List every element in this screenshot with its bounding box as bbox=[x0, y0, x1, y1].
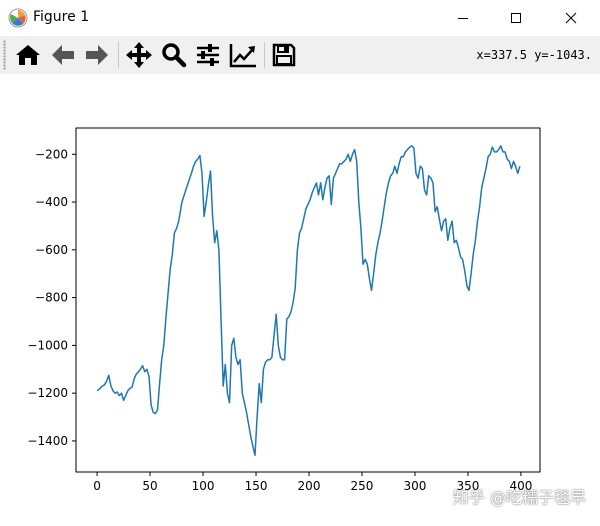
title-bar: Figure 1 bbox=[0, 0, 600, 36]
close-icon bbox=[565, 12, 577, 24]
y-tick-label: −600 bbox=[35, 243, 68, 257]
matplotlib-icon bbox=[8, 8, 28, 28]
toolbar-separator bbox=[264, 42, 265, 68]
x-tick-label: 250 bbox=[351, 479, 374, 493]
subplots-button[interactable] bbox=[193, 39, 223, 71]
x-tick-label: 200 bbox=[298, 479, 321, 493]
x-tick-label: 150 bbox=[245, 479, 268, 493]
home-button[interactable] bbox=[13, 39, 43, 71]
close-button[interactable] bbox=[548, 0, 594, 36]
cursor-coordinates: x=337.5 y=-1043. bbox=[476, 48, 592, 62]
maximize-button[interactable] bbox=[493, 0, 539, 36]
x-tick-label: 50 bbox=[142, 479, 157, 493]
x-tick-label: 0 bbox=[93, 479, 101, 493]
x-tick-label: 300 bbox=[404, 479, 427, 493]
back-button[interactable] bbox=[48, 39, 78, 71]
y-tick-label: −800 bbox=[35, 291, 68, 305]
magnifier-icon bbox=[162, 43, 187, 68]
plot-svg[interactable]: 0 50 100 150 200 250 300 350 400 −1400−1200−1000… bbox=[0, 74, 600, 522]
series-line bbox=[96, 145, 521, 457]
y-tick-label: −1200 bbox=[27, 386, 68, 400]
arrow-right-icon bbox=[86, 45, 108, 65]
y-tick-label: −1000 bbox=[27, 338, 68, 352]
toolbar-grip[interactable] bbox=[3, 40, 6, 70]
customize-button[interactable] bbox=[228, 39, 258, 71]
axes-frame bbox=[75, 127, 541, 473]
arrow-left-icon bbox=[52, 45, 74, 65]
zoom-button[interactable] bbox=[159, 39, 189, 71]
y-tick-label: −400 bbox=[35, 195, 68, 209]
forward-button[interactable] bbox=[82, 39, 112, 71]
home-icon bbox=[16, 45, 40, 65]
y-tick-label: −1400 bbox=[27, 434, 68, 448]
save-button[interactable] bbox=[269, 39, 299, 71]
pan-button[interactable] bbox=[124, 39, 154, 71]
maximize-icon bbox=[511, 13, 521, 23]
watermark-text: 知乎 @吃糯子毯早 bbox=[452, 488, 586, 507]
y-tick-label: −200 bbox=[35, 147, 68, 161]
minimize-icon bbox=[458, 18, 468, 19]
sliders-icon bbox=[197, 44, 219, 66]
floppy-disk-icon bbox=[272, 43, 296, 67]
minimize-button[interactable] bbox=[440, 0, 486, 36]
line-chart-icon bbox=[229, 44, 256, 68]
toolbar-separator bbox=[118, 42, 119, 68]
window-title: Figure 1 bbox=[33, 9, 90, 25]
move-icon bbox=[126, 42, 152, 68]
x-tick-label: 100 bbox=[192, 479, 215, 493]
figure-canvas[interactable]: 0 50 100 150 200 250 300 350 400 −1400 −1200 −1000… bbox=[0, 74, 600, 522]
